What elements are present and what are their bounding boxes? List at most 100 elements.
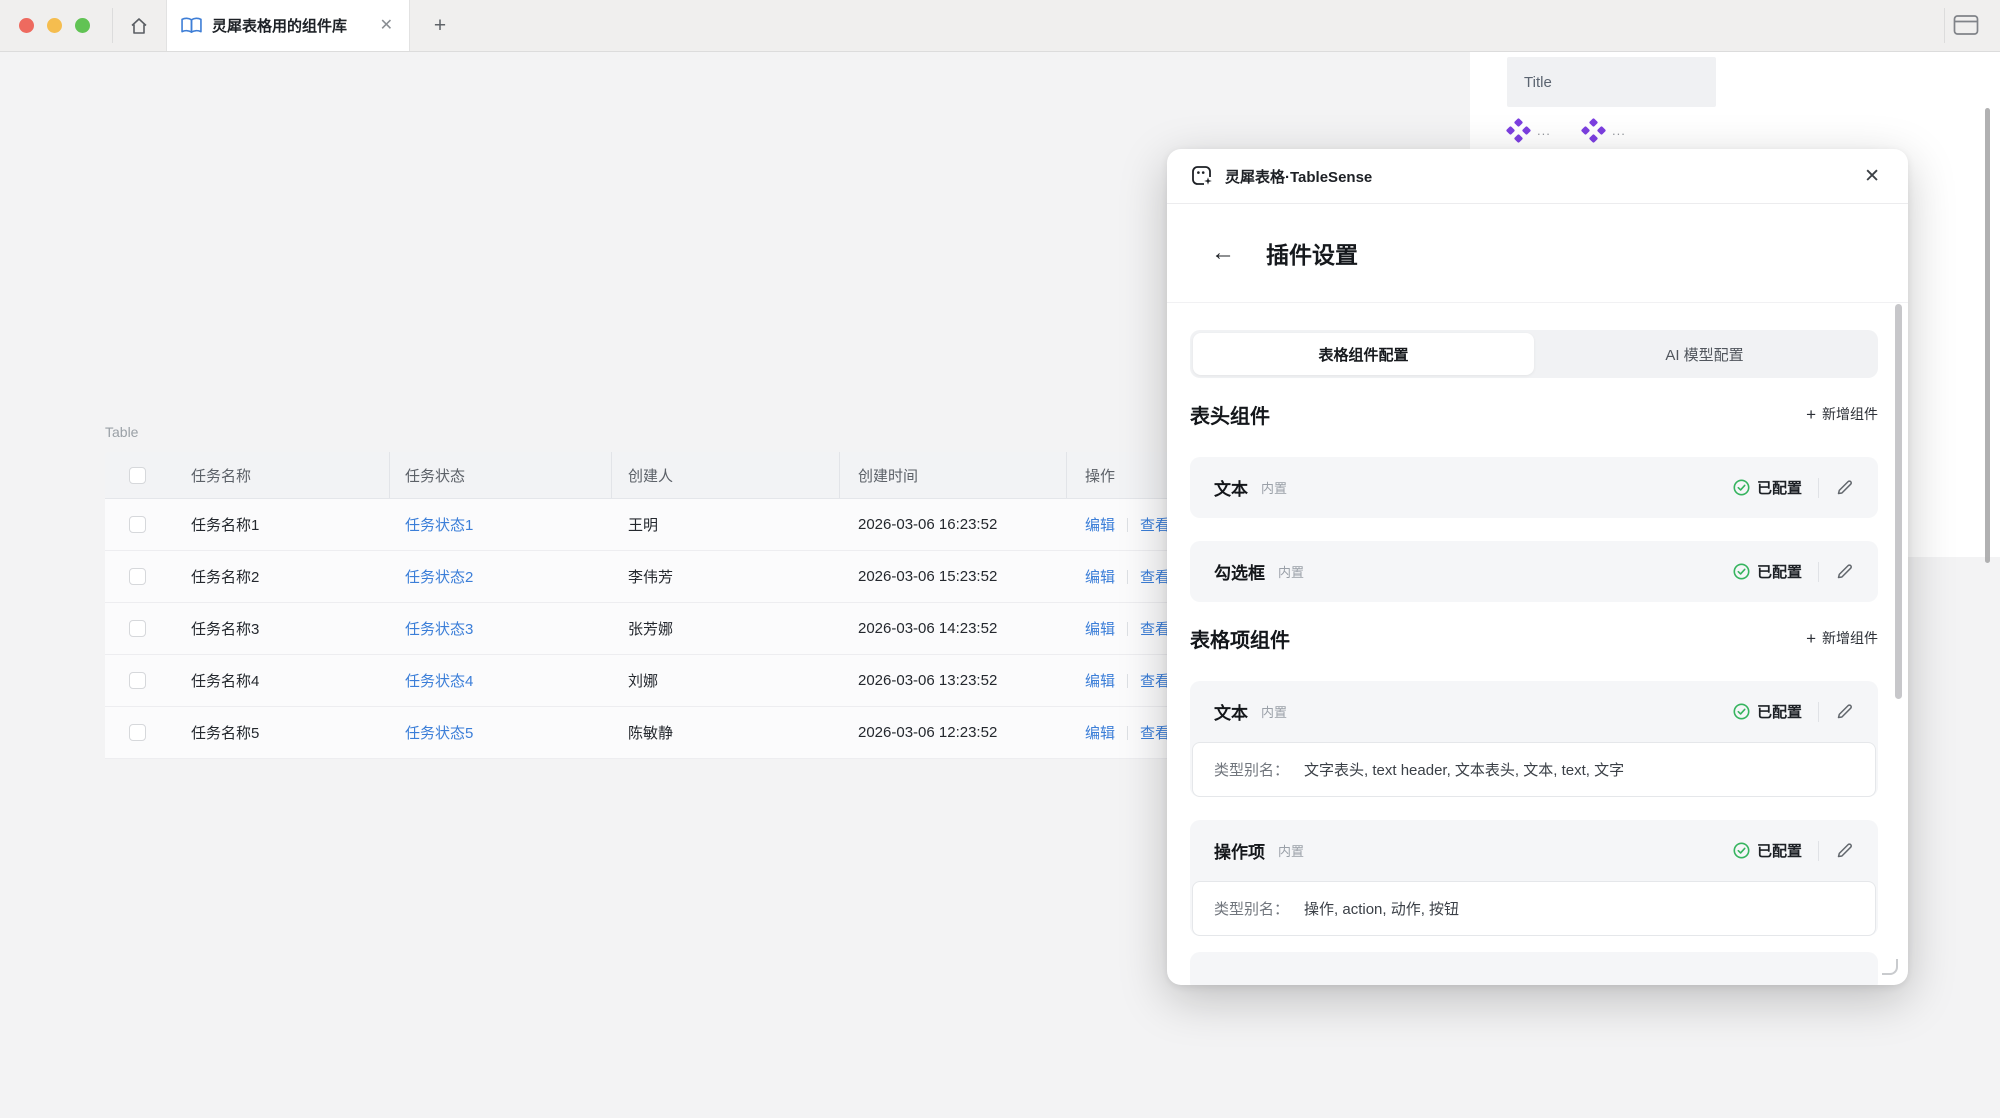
cell-task-name: 任务名称5 [169,707,390,758]
status-edit-divider [1818,562,1819,582]
action-divider [1127,726,1128,740]
component-diamond-icon [1506,118,1531,143]
window-panel-button[interactable] [1953,14,1979,36]
traffic-close-button[interactable] [19,18,34,33]
select-all-checkbox[interactable] [129,467,146,484]
table-body: 任务名称1任务状态1王明2026-03-06 16:23:52编辑查看任务名称2… [105,499,1250,759]
tab-title: 灵犀表格用的组件库 [212,15,378,36]
cell-task-status: 任务状态1 [390,499,612,550]
task-table: 任务名称 任务状态 创建人 创建时间 操作 任务名称1任务状态1王明2026-0… [105,452,1250,759]
edit-link[interactable]: 编辑 [1085,722,1115,743]
config-sections: 表头组件+新增组件文本内置已配置勾选框内置已配置表格项组件+新增组件文本内置已配… [1190,399,1878,936]
cell-create-time: 2026-03-06 14:23:52 [840,603,1067,654]
row-checkbox-cell [105,603,169,654]
view-link[interactable]: 查看 [1140,514,1170,535]
table-label: Table [105,424,1255,441]
add-component-button[interactable]: +新增组件 [1806,404,1878,424]
status-edit-divider [1818,702,1819,722]
action-divider [1127,518,1128,532]
configured-status-label: 已配置 [1757,701,1802,722]
table-row: 任务名称2任务状态2李伟芳2026-03-06 15:23:52编辑查看 [105,551,1250,603]
frame-title-box[interactable]: Title [1507,57,1716,107]
component-chip-label: ... [1537,123,1551,138]
cell-creator: 王明 [612,499,840,550]
edit-link[interactable]: 编辑 [1085,670,1115,691]
dialog-close-icon[interactable]: ✕ [1860,163,1884,190]
status-edit-divider [1818,478,1819,498]
row-checkbox[interactable] [129,672,146,689]
section-heading-row: 表格项组件+新增组件 [1190,623,1878,653]
section-title-header-components: 表头组件 [1190,400,1270,429]
add-component-button[interactable]: +新增组件 [1806,628,1878,648]
component-card-partial [1190,952,1878,985]
type-alias-box[interactable]: 类型别名：操作, action, 动作, 按钮 [1192,881,1876,936]
cell-task-status: 任务状态2 [390,551,612,602]
configured-check-icon [1733,842,1750,859]
view-link[interactable]: 查看 [1140,670,1170,691]
table-row: 任务名称1任务状态1王明2026-03-06 16:23:52编辑查看 [105,499,1250,551]
home-button[interactable] [122,10,156,42]
component-chip[interactable]: ... [1506,118,1551,143]
task-status-link[interactable]: 任务状态3 [405,618,473,639]
row-checkbox[interactable] [129,516,146,533]
cell-task-name: 任务名称2 [169,551,390,602]
back-arrow-icon[interactable]: ← [1211,241,1235,265]
tabbar-divider [112,8,113,43]
plugin-dialog: 灵犀表格·TableSense ✕ ← 插件设置 表格组件配置AI 模型配置 表… [1167,149,1908,985]
component-chip[interactable]: ... [1581,118,1626,143]
tab-ai-model-config[interactable]: AI 模型配置 [1534,333,1875,375]
tab-close-icon[interactable]: ✕ [378,16,395,36]
edit-pencil-icon[interactable] [1835,702,1854,721]
configured-check-icon [1733,479,1750,496]
row-checkbox[interactable] [129,620,146,637]
dialog-resize-handle[interactable] [1882,959,1898,975]
cell-creator: 陈敏静 [612,707,840,758]
task-status-link[interactable]: 任务状态5 [405,722,473,743]
view-link[interactable]: 查看 [1140,618,1170,639]
task-status-link[interactable]: 任务状态1 [405,514,473,535]
component-card-header: 文本内置已配置 [1190,681,1878,742]
configured-status-label: 已配置 [1757,840,1802,861]
component-card-header: 文本内置已配置 [1190,457,1878,518]
task-status-link[interactable]: 任务状态2 [405,566,473,587]
row-checkbox[interactable] [129,724,146,741]
edit-pencil-icon[interactable] [1835,841,1854,860]
configured-status: 已配置 [1733,840,1802,861]
edit-pencil-icon[interactable] [1835,478,1854,497]
dialog-scrollbar[interactable] [1895,304,1902,699]
component-card-header: 操作项内置已配置 [1190,820,1878,881]
configured-status: 已配置 [1733,701,1802,722]
cell-task-status: 任务状态4 [390,655,612,706]
task-status-link[interactable]: 任务状态4 [405,670,473,691]
configured-status-label: 已配置 [1757,561,1802,582]
window-panel-icon [1953,14,1979,36]
type-alias-box[interactable]: 类型别名：文字表头, text header, 文本表头, 文本, text, … [1192,742,1876,797]
edit-link[interactable]: 编辑 [1085,514,1115,535]
edit-link[interactable]: 编辑 [1085,618,1115,639]
cell-creator: 刘娜 [612,655,840,706]
window-scrollbar[interactable] [1985,108,1990,563]
edit-pencil-icon[interactable] [1835,562,1854,581]
component-card-header: 勾选框内置已配置 [1190,541,1878,602]
edit-link[interactable]: 编辑 [1085,566,1115,587]
row-checkbox-cell [105,655,169,706]
table-row: 任务名称4任务状态4刘娜2026-03-06 13:23:52编辑查看 [105,655,1250,707]
component-card: 操作项内置已配置类型别名：操作, action, 动作, 按钮 [1190,820,1878,936]
tab-table-component-config[interactable]: 表格组件配置 [1193,333,1534,375]
component-name: 勾选框 [1214,559,1265,584]
row-checkbox-cell [105,551,169,602]
configured-status-label: 已配置 [1757,477,1802,498]
browser-tab-bar: 灵犀表格用的组件库 ✕ + [0,0,2000,52]
row-checkbox[interactable] [129,568,146,585]
browser-tab[interactable]: 灵犀表格用的组件库 ✕ [166,0,410,51]
type-alias-value: 文字表头, text header, 文本表头, 文本, text, 文字 [1304,759,1624,780]
traffic-minimize-button[interactable] [47,18,62,33]
component-name: 操作项 [1214,838,1265,863]
view-link[interactable]: 查看 [1140,566,1170,587]
view-link[interactable]: 查看 [1140,722,1170,743]
traffic-zoom-button[interactable] [75,18,90,33]
new-tab-button[interactable]: + [425,12,455,40]
cell-task-name: 任务名称1 [169,499,390,550]
dialog-nav: ← 插件设置 [1167,204,1908,303]
dialog-title: 灵犀表格·TableSense [1225,166,1860,187]
